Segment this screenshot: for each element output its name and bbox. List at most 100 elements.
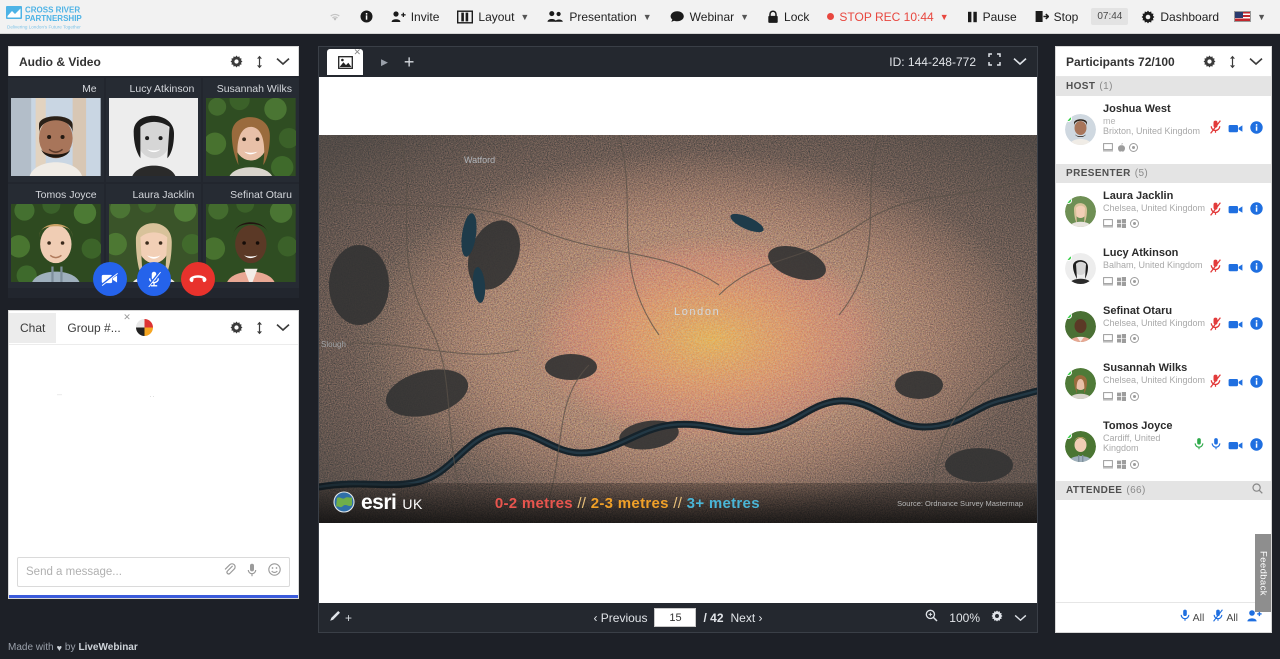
collapse-chevron-icon[interactable] (1249, 57, 1263, 66)
participants-panel: Participants 72/100 HOST (1) Joshua West… (1055, 46, 1272, 633)
video-tile[interactable]: Me (8, 78, 104, 182)
participant-actions (1208, 374, 1263, 393)
mic-muted-icon[interactable] (1210, 201, 1221, 221)
camera-on-icon[interactable] (1228, 260, 1243, 278)
unmute-all-button[interactable]: All (1180, 609, 1204, 627)
zoom-icon[interactable] (925, 609, 938, 627)
language-selector[interactable]: ▼ (1228, 0, 1272, 34)
webinar-button[interactable]: Webinar ▼ (661, 0, 758, 34)
collapse-chevron-icon[interactable] (1014, 609, 1027, 627)
participant-row[interactable]: Laura Jacklin Chelsea, United Kingdom (1056, 183, 1271, 241)
feedback-tab[interactable]: Feedback (1255, 534, 1271, 612)
participants-list[interactable]: HOST (1) Joshua West me Brixton, United … (1056, 77, 1271, 602)
stop-recording-button[interactable]: STOP REC 10:44 ▼ (818, 0, 957, 34)
info-button[interactable] (351, 0, 382, 34)
participant-name: Joshua West (1103, 103, 1171, 115)
video-tile[interactable]: Lucy Atkinson (105, 78, 202, 182)
stop-button[interactable]: Stop (1026, 0, 1088, 34)
participant-row[interactable]: Susannah Wilks Chelsea, United Kingdom (1056, 355, 1271, 413)
mic-muted-icon[interactable] (1210, 259, 1221, 278)
participant-actions (1208, 201, 1263, 221)
info-icon[interactable] (1250, 121, 1263, 139)
layout-button[interactable]: Layout ▼ (448, 0, 538, 34)
mic-on-icon[interactable] (1211, 437, 1221, 456)
wifi-status[interactable] (319, 0, 351, 34)
chat-input[interactable] (26, 566, 223, 578)
mic-muted-icon[interactable] (1210, 374, 1221, 393)
info-icon[interactable] (1250, 437, 1263, 456)
info-icon[interactable] (1250, 202, 1263, 220)
participant-location: Balham, United Kingdom (1103, 260, 1203, 270)
pencil-icon[interactable] (329, 609, 342, 627)
pause-label: Pause (982, 9, 1017, 24)
mic-muted-icon[interactable] (1210, 120, 1221, 139)
desktop-icon (1103, 139, 1113, 157)
camera-on-icon[interactable] (1228, 121, 1243, 139)
resize-vertical-icon[interactable] (255, 321, 264, 335)
invite-button[interactable]: Invite (382, 0, 449, 34)
resize-vertical-icon[interactable] (1228, 55, 1237, 69)
lock-button[interactable]: Lock (758, 0, 818, 34)
participant-row[interactable]: Joshua West me Brixton, United Kingdom (1056, 96, 1271, 164)
chat-avatar-badge (135, 319, 153, 336)
emoji-icon[interactable] (268, 563, 281, 581)
collapse-chevron-icon[interactable] (1013, 53, 1027, 71)
settings-gear-icon[interactable] (1203, 55, 1216, 68)
next-button[interactable]: Next › (731, 611, 763, 625)
image-icon (337, 55, 353, 69)
footer-brand: LiveWebinar (78, 642, 138, 653)
camera-on-icon[interactable] (1228, 438, 1243, 456)
attachment-icon[interactable] (223, 563, 236, 581)
camera-off-button[interactable] (92, 262, 127, 296)
hangup-button[interactable] (180, 262, 215, 296)
online-indicator (1065, 432, 1072, 439)
video-tile[interactable]: Susannah Wilks (203, 78, 299, 182)
participant-row[interactable]: Sefinat Otaru Chelsea, United Kingdom (1056, 298, 1271, 356)
annotate-tools[interactable]: + (329, 609, 352, 627)
info-icon[interactable] (1250, 317, 1263, 335)
settings-gear-icon[interactable] (991, 609, 1003, 627)
close-icon[interactable]: ✕ (353, 47, 361, 58)
participant-actions (1208, 120, 1263, 139)
tab-chat[interactable]: Chat (9, 312, 57, 343)
participant-row[interactable]: Lucy Atkinson Balham, United Kingdom (1056, 240, 1271, 298)
settings-gear-icon[interactable] (230, 321, 243, 334)
settings-gear-icon[interactable] (230, 55, 243, 68)
info-icon[interactable] (1250, 375, 1263, 393)
camera-on-icon[interactable] (1228, 375, 1243, 393)
chat-input-row[interactable] (17, 557, 290, 587)
slide-tab[interactable]: ✕ (327, 47, 363, 75)
device-icons (1103, 139, 1208, 157)
page-number-input[interactable] (654, 608, 697, 627)
stop-label: Stop (1053, 9, 1079, 24)
participants-header: Participants 72/100 (1056, 47, 1271, 77)
search-icon[interactable] (1252, 483, 1263, 497)
pause-button[interactable]: Pause (958, 0, 1026, 34)
slide-more-icon[interactable]: ▶ (381, 57, 388, 68)
dashboard-button[interactable]: Dashboard (1132, 0, 1228, 34)
presentation-button[interactable]: Presentation ▼ (538, 0, 660, 34)
tab-group[interactable]: ✕ Group #... (56, 312, 131, 343)
resize-vertical-icon[interactable] (255, 55, 264, 69)
collapse-chevron-icon[interactable] (276, 323, 290, 332)
phone-hangup-icon (189, 274, 206, 282)
participant-row[interactable]: Tomos Joyce Cardiff, United Kingdom (1056, 413, 1271, 481)
collapse-chevron-icon[interactable] (276, 57, 290, 66)
add-slide-button[interactable]: + (404, 53, 415, 71)
previous-button[interactable]: ‹ Previous (593, 611, 647, 625)
windows-icon (1117, 388, 1126, 406)
microphone-icon[interactable] (247, 563, 257, 582)
close-icon[interactable]: ✕ (123, 312, 131, 323)
mute-all-button[interactable]: All (1213, 608, 1238, 627)
record-label: STOP REC 10:44 (839, 9, 934, 24)
slide-canvas[interactable]: Watford London Slough esri UK 0-2 metres… (319, 77, 1037, 603)
mic-active-icon[interactable] (1194, 437, 1204, 456)
add-annotation-label[interactable]: + (345, 611, 352, 625)
info-icon[interactable] (1250, 260, 1263, 278)
mic-off-button[interactable] (136, 262, 171, 296)
mic-muted-icon[interactable] (1210, 316, 1221, 336)
fullscreen-icon[interactable] (988, 53, 1001, 71)
map-city-label: Slough (321, 340, 346, 349)
camera-on-icon[interactable] (1228, 317, 1243, 335)
camera-on-icon[interactable] (1228, 202, 1243, 220)
